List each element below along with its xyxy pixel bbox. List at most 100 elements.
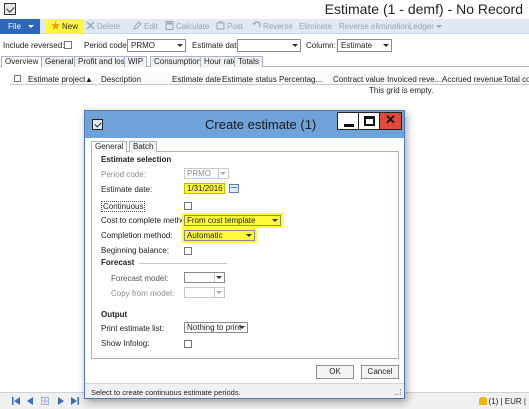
column-header[interactable]: Invoiced reve... [387,75,441,84]
status-info: (1) | EUR | [478,397,526,406]
maximize-icon [364,116,375,126]
next-record-icon[interactable] [57,397,65,405]
column-header[interactable]: Contract value [333,75,385,84]
tab-consumption[interactable]: Consumption [150,56,206,67]
print-estimate-list-label: Print estimate list: [101,324,165,333]
estimate-date-select[interactable] [237,39,301,52]
sort-up-icon: ▲ [85,75,93,84]
column-header[interactable]: Estimate date [172,75,221,84]
reverse-button[interactable]: Reverse [252,19,293,34]
reverse-elimination-button[interactable]: Reverse elimination [339,19,409,34]
minimize-button[interactable] [337,112,360,130]
show-infolog-checkbox[interactable] [184,340,192,348]
cost-to-complete-method-select[interactable]: From cost template [184,215,281,226]
calculator-icon [165,20,174,30]
edit-label: Edit [144,22,158,31]
delete-button[interactable]: Delete [86,19,120,34]
column-header[interactable]: Description [101,75,141,84]
period-code-label: Period code: [84,41,129,50]
dropdown-separator [218,169,219,178]
completion-method-label: Completion method: [101,231,173,240]
dialog-title: Create estimate (1) [205,117,317,132]
estimate-date-field[interactable]: 1/31/2016 [184,183,225,194]
cost-to-complete-method-value: From cost template [187,216,256,225]
first-record-icon[interactable] [12,397,20,405]
grid-view-icon[interactable] [41,397,49,405]
app-icon[interactable] [4,3,16,15]
print-estimate-list-select[interactable]: Nothing to print [184,322,248,333]
copy-from-model-label: Copy from model: [111,289,175,298]
column-header[interactable]: Accrued revenue [442,75,502,84]
chevron-down-icon [292,44,298,47]
tab-general[interactable]: General [41,56,78,67]
dropdown-separator [214,288,215,297]
column-header[interactable]: Estimate status [222,75,277,84]
tab-wip[interactable]: WIP [124,56,148,67]
grid-empty-message: This grid is empty. [369,86,434,95]
eliminate-label: Eliminate [299,22,332,31]
chevron-down-icon [216,276,222,279]
section-divider [139,263,227,264]
maximize-button[interactable] [358,112,381,130]
delete-label: Delete [97,22,121,31]
resize-grip-icon[interactable] [395,389,401,395]
previous-record-icon[interactable] [26,397,34,405]
beginning-balance-label: Beginning balance: [101,246,170,255]
app-icon[interactable] [92,119,103,130]
output-heading: Output [101,310,128,319]
tab-overview[interactable]: Overview [1,56,43,67]
pencil-icon [133,20,142,30]
bell-icon[interactable] [478,397,487,405]
forecast-model-select[interactable] [184,272,225,283]
estimate-date-label: Estimate date: [101,185,153,194]
column-header[interactable]: Percentag... [279,75,322,84]
copy-from-model-select [184,287,225,298]
file-menu-button[interactable]: File [0,19,40,34]
minimize-icon [344,124,354,127]
select-all-checkbox[interactable] [14,75,21,82]
tab-totals[interactable]: Totals [234,56,263,67]
last-record-icon[interactable] [71,397,79,405]
estimate-date-label: Estimate date: [192,41,244,50]
calculate-button[interactable]: Calculate [165,19,209,34]
tab-general[interactable]: General [91,141,128,152]
reverse-icon [252,20,261,29]
eliminate-button[interactable]: Eliminate [299,19,332,34]
new-button[interactable]: New [46,19,84,34]
reverse-elimination-label: Reverse elimination [339,22,410,31]
continuous-checkbox[interactable] [184,202,192,210]
delete-x-icon [86,20,95,30]
tab-batch[interactable]: Batch [129,141,158,152]
reverse-label: Reverse [263,22,293,31]
period-code-value: PRMO [187,169,211,178]
chevron-down-icon [246,234,252,237]
close-button[interactable]: ✕ [379,112,402,130]
title-bar: Estimate (1 - demf) - No Record [0,0,529,19]
ledger-button[interactable]: Ledger [409,19,442,34]
column-header[interactable]: Estimate project [28,75,85,84]
cancel-button[interactable]: Cancel [361,365,399,379]
period-code-value: PRMO [131,41,155,50]
calculate-label: Calculate [176,22,210,31]
ok-button[interactable]: OK [316,365,354,379]
filter-bar: Include reversed: Period code: PRMO Esti… [0,35,529,55]
create-estimate-dialog: Create estimate (1) ✕ General Batch Esti… [84,110,405,399]
edit-button[interactable]: Edit [133,19,158,34]
column-select[interactable]: Estimate [337,39,392,52]
period-code-select[interactable]: PRMO [127,39,186,52]
chevron-down-icon [220,172,226,175]
dialog-title-bar[interactable]: Create estimate (1) ✕ [85,111,404,138]
grid-header: Estimate project ▲ Description Estimate … [10,73,529,85]
dialog-status-text: Select to create continuous estimate per… [91,388,241,397]
new-label: New [62,22,79,31]
beginning-balance-checkbox[interactable] [184,247,192,255]
post-button[interactable]: Post [216,19,243,34]
continuous-label: Continuous [101,201,146,212]
include-reversed-checkbox[interactable] [64,41,72,49]
forecast-model-label: Forecast model: [111,274,169,283]
column-header[interactable]: Total cos [503,75,529,84]
completion-method-select[interactable]: Automatic [184,230,255,241]
dropdown-separator [214,273,215,282]
chevron-down-icon [272,219,278,222]
calendar-icon[interactable] [229,184,239,193]
